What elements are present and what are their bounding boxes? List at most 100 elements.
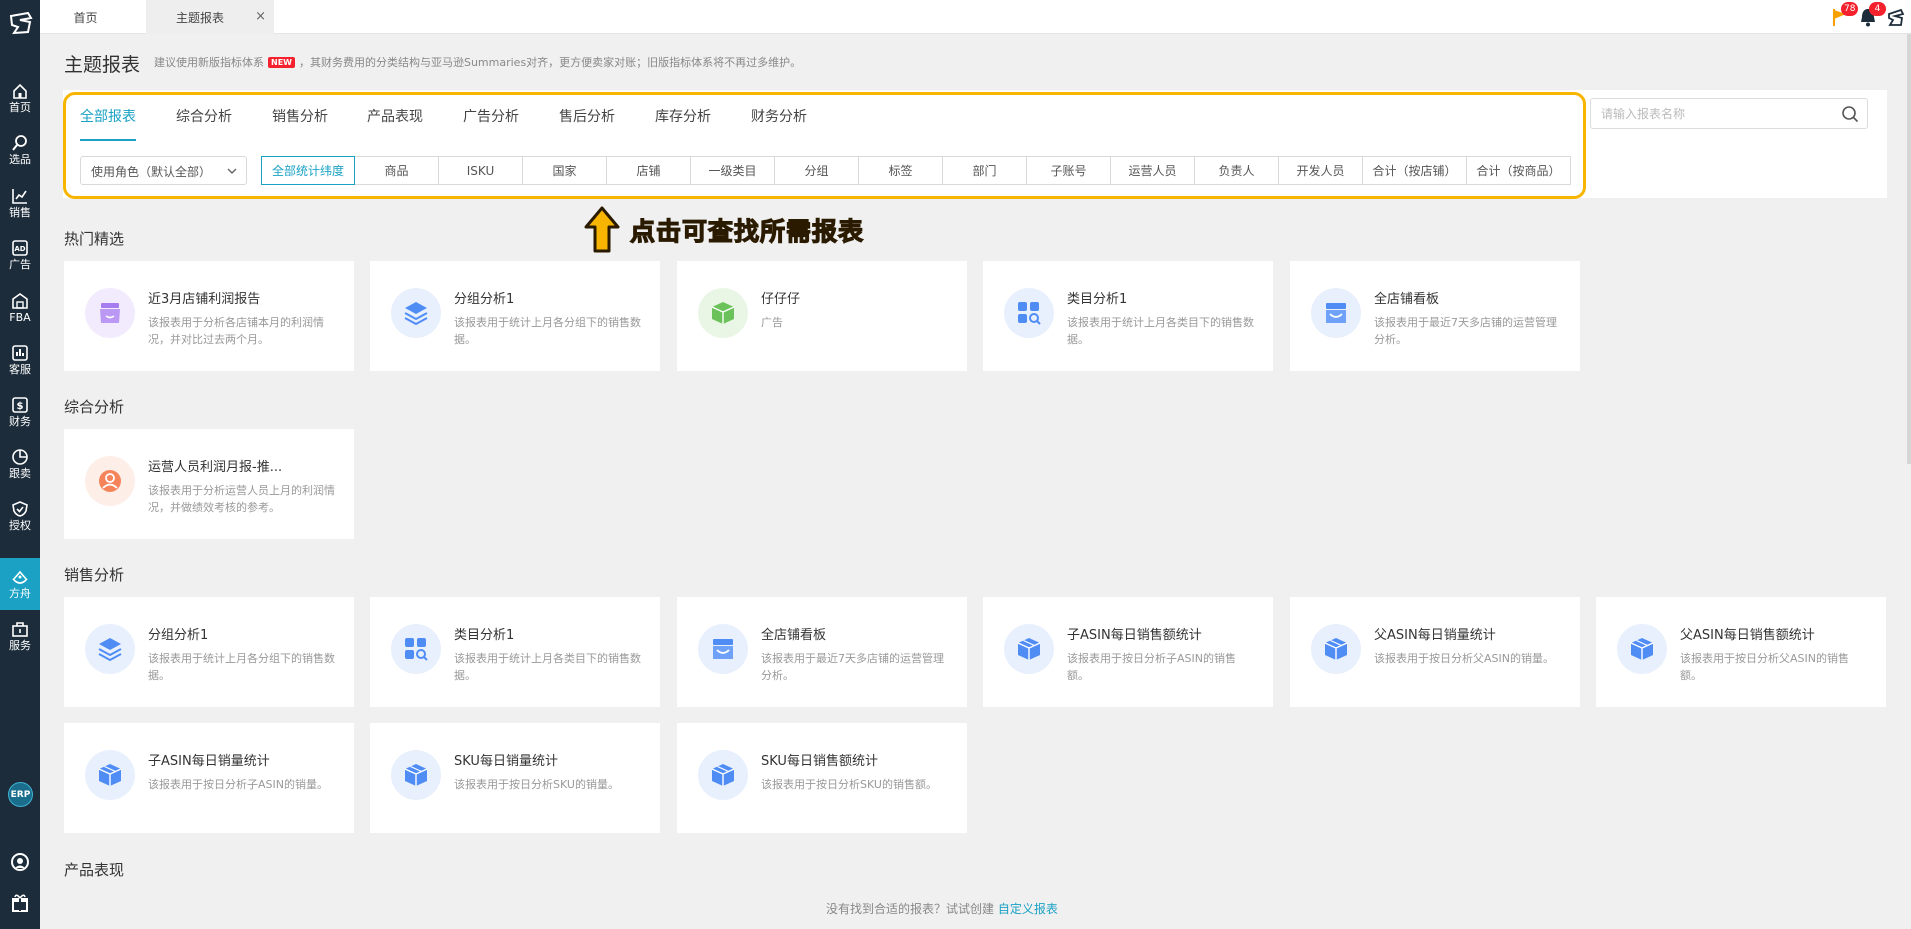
sidebar-item-7[interactable]: 跟卖 bbox=[0, 438, 40, 490]
report-card[interactable]: 仔仔仔 广告 bbox=[677, 261, 967, 371]
box-icon bbox=[698, 288, 748, 338]
category-tab-0[interactable]: 全部报表 bbox=[80, 106, 136, 126]
sidebar-item-0[interactable]: 首页 bbox=[0, 72, 40, 124]
erp-badge[interactable]: ERP bbox=[8, 782, 33, 807]
sidebar-item-1[interactable]: 选品 bbox=[0, 124, 40, 176]
pie-chart-icon bbox=[11, 448, 29, 466]
report-card-title: 类目分析1 bbox=[1067, 292, 1128, 307]
report-card-title: 运营人员利润月报-推... bbox=[148, 460, 283, 475]
dimension-filter-1[interactable]: 商品 bbox=[354, 156, 439, 185]
logo-icon[interactable] bbox=[8, 10, 34, 36]
person-icon bbox=[85, 456, 135, 506]
scrollbar[interactable] bbox=[1907, 34, 1911, 464]
annotation-text: 点击可查找所需报表 bbox=[629, 216, 865, 246]
tab-theme-report[interactable]: 主题报表 × bbox=[146, 0, 274, 34]
dimension-filter-0[interactable]: 全部统计纬度 bbox=[261, 156, 355, 185]
report-card-desc: 该报表用于统计上月各分组下的销售数据。 bbox=[454, 316, 641, 346]
category-tab-5[interactable]: 售后分析 bbox=[559, 106, 615, 126]
sidebar-item-8[interactable]: 授权 bbox=[0, 490, 40, 542]
footer-hint: 没有找到合适的报表？试试创建 自定义报表 bbox=[826, 900, 1058, 917]
shop-board-icon bbox=[1311, 288, 1361, 338]
dimension-filter-2[interactable]: ISKU bbox=[438, 156, 523, 185]
service-icon bbox=[11, 620, 29, 638]
report-card-desc: 该报表用于统计上月各类目下的销售数据。 bbox=[1067, 316, 1254, 346]
report-card-title: 全店铺看板 bbox=[1374, 292, 1440, 307]
report-card-title: 仔仔仔 bbox=[761, 292, 801, 307]
report-card[interactable]: 分组分析1 该报表用于统计上月各分组下的销售数据。 bbox=[64, 597, 354, 707]
report-card[interactable]: SKU每日销售额统计 该报表用于按日分析SKU的销售额。 bbox=[677, 723, 967, 833]
tab-home[interactable]: 首页 bbox=[40, 0, 145, 34]
gift-icon[interactable] bbox=[10, 893, 30, 913]
category-tab-2[interactable]: 销售分析 bbox=[272, 106, 328, 126]
sidebar-item-label: 方舟 bbox=[9, 587, 31, 600]
report-card-desc: 该报表用于统计上月各类目下的销售数据。 bbox=[454, 652, 641, 682]
dimension-filter-6[interactable]: 分组 bbox=[774, 156, 859, 185]
sidebar-item-label: 财务 bbox=[9, 415, 31, 428]
report-search-input[interactable] bbox=[1591, 99, 1821, 128]
dimension-filter-3[interactable]: 国家 bbox=[522, 156, 607, 185]
sidebar-item-5[interactable]: 客服 bbox=[0, 334, 40, 386]
help-icon[interactable] bbox=[10, 852, 30, 872]
role-select[interactable]: 使用角色（默认全部） bbox=[80, 156, 247, 185]
sidebar-item-6[interactable]: $ 财务 bbox=[0, 386, 40, 438]
shop-board-icon bbox=[698, 624, 748, 674]
category-tab-3[interactable]: 产品表现 bbox=[367, 106, 423, 126]
search-icon[interactable] bbox=[1841, 105, 1859, 123]
dimension-filter-11[interactable]: 负责人 bbox=[1194, 156, 1279, 185]
category-tab-6[interactable]: 库存分析 bbox=[655, 106, 711, 126]
report-card[interactable]: 全店铺看板 该报表用于最近7天多店铺的运营管理分析。 bbox=[677, 597, 967, 707]
layers-icon bbox=[391, 288, 441, 338]
report-card[interactable]: 分组分析1 该报表用于统计上月各分组下的销售数据。 bbox=[370, 261, 660, 371]
category-search-icon bbox=[391, 624, 441, 674]
dimension-filter-14[interactable]: 合计（按商品） bbox=[1466, 156, 1571, 185]
custom-report-link[interactable]: 自定义报表 bbox=[998, 902, 1058, 916]
report-card[interactable]: 父ASIN每日销售额统计 该报表用于按日分析父ASIN的销售额。 bbox=[1596, 597, 1886, 707]
report-card[interactable]: 子ASIN每日销售额统计 该报表用于按日分析子ASIN的销售额。 bbox=[983, 597, 1273, 707]
sidebar-item-10[interactable]: 服务 bbox=[0, 610, 40, 662]
report-card[interactable]: 子ASIN每日销量统计 该报表用于按日分析子ASIN的销量。 bbox=[64, 723, 354, 833]
category-tab-1[interactable]: 综合分析 bbox=[176, 106, 232, 126]
cube-icon bbox=[1617, 624, 1667, 674]
ad-icon: AD bbox=[11, 239, 29, 257]
category-tab-7[interactable]: 财务分析 bbox=[751, 106, 807, 126]
bell-icon[interactable]: 4 bbox=[1857, 2, 1886, 28]
sidebar-item-4[interactable]: FBA bbox=[0, 282, 40, 334]
report-card[interactable]: 类目分析1 该报表用于统计上月各类目下的销售数据。 bbox=[983, 261, 1273, 371]
report-card-desc: 该报表用于按日分析SKU的销量。 bbox=[454, 778, 619, 791]
report-card[interactable]: 父ASIN每日销量统计 该报表用于按日分析父ASIN的销量。 bbox=[1290, 597, 1580, 707]
close-icon[interactable]: × bbox=[255, 9, 266, 24]
report-card-desc: 该报表用于按日分析SKU的销售额。 bbox=[761, 778, 937, 791]
dimension-filter-10[interactable]: 运营人员 bbox=[1110, 156, 1195, 185]
search-icon bbox=[11, 134, 29, 152]
cube-icon bbox=[1311, 624, 1361, 674]
user-avatar-icon[interactable] bbox=[1885, 6, 1907, 28]
category-tab-4[interactable]: 广告分析 bbox=[463, 106, 519, 126]
report-card[interactable]: 运营人员利润月报-推... 该报表用于分析运营人员上月的利润情况，并做绩效考核的参… bbox=[64, 429, 354, 539]
section-title-product: 产品表现 bbox=[64, 861, 125, 879]
sidebar-item-9[interactable]: 方舟 bbox=[0, 558, 40, 610]
sidebar-item-3[interactable]: AD 广告 bbox=[0, 229, 40, 281]
dimension-filter-5[interactable]: 一级类目 bbox=[690, 156, 775, 185]
dimension-filter-13[interactable]: 合计（按店铺） bbox=[1362, 156, 1467, 185]
report-card[interactable]: 近3月店铺利润报告 该报表用于分析各店铺本月的利润情况，并对比过去两个月。 bbox=[64, 261, 354, 371]
report-card-desc: 该报表用于按日分析子ASIN的销售额。 bbox=[1067, 652, 1236, 682]
bell-count-badge: 4 bbox=[1869, 2, 1886, 16]
dimension-filter-4[interactable]: 店铺 bbox=[606, 156, 691, 185]
dimension-filter-12[interactable]: 开发人员 bbox=[1278, 156, 1363, 185]
shield-icon bbox=[11, 500, 29, 518]
new-tag: NEW bbox=[268, 56, 295, 68]
report-card-desc: 该报表用于按日分析父ASIN的销量。 bbox=[1374, 652, 1554, 665]
report-card[interactable]: 全店铺看板 该报表用于最近7天多店铺的运营管理分析。 bbox=[1290, 261, 1580, 371]
report-card-desc: 该报表用于按日分析子ASIN的销量。 bbox=[148, 778, 328, 791]
flag-icon[interactable]: 78 bbox=[1829, 2, 1859, 28]
report-card[interactable]: 类目分析1 该报表用于统计上月各类目下的销售数据。 bbox=[370, 597, 660, 707]
dimension-filter-7[interactable]: 标签 bbox=[858, 156, 943, 185]
sidebar-item-2[interactable]: 销售 bbox=[0, 177, 40, 229]
dimension-filter-8[interactable]: 部门 bbox=[942, 156, 1027, 185]
dimension-filter-9[interactable]: 子账号 bbox=[1026, 156, 1111, 185]
trend-chart-icon bbox=[11, 187, 29, 205]
page-note-prefix: 建议使用新版指标体系 bbox=[154, 56, 264, 69]
top-tab-bar: 首页 主题报表 × 78 4 bbox=[40, 0, 1911, 34]
svg-text:AD: AD bbox=[14, 245, 25, 253]
report-card[interactable]: SKU每日销量统计 该报表用于按日分析SKU的销量。 bbox=[370, 723, 660, 833]
